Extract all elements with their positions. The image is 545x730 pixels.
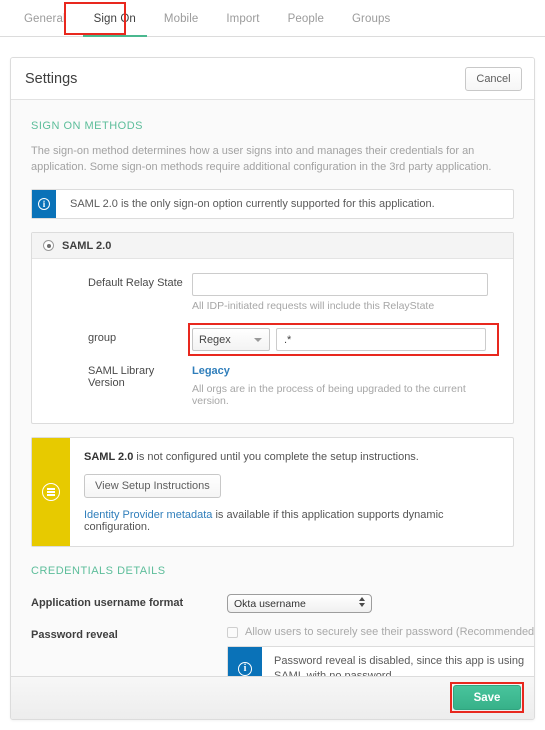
setup-strong-label: SAML 2.0 (84, 451, 134, 463)
saml-only-info-banner: i SAML 2.0 is the only sign-on option cu… (31, 189, 514, 219)
app-tab-bar: General Sign On Mobile Import People Gro… (0, 0, 545, 37)
application-username-format-row: Application username format Okta usernam… (27, 594, 518, 613)
setup-instructions-body: SAML 2.0 is not configured until you com… (70, 438, 513, 546)
application-username-format-select[interactable]: Okta username (227, 594, 372, 613)
tab-people-label: People (287, 12, 324, 25)
password-reveal-checkbox-label: Allow users to securely see their passwo… (245, 626, 534, 638)
saml-library-version-hint: All orgs are in the process of being upg… (192, 383, 466, 407)
tab-sign-on[interactable]: Sign On (80, 0, 150, 37)
cancel-button[interactable]: Cancel (465, 67, 522, 91)
group-match-type-value: Regex (199, 333, 231, 346)
tab-mobile-label: Mobile (163, 12, 199, 25)
stepper-arrows-icon (359, 597, 366, 611)
saml-method-header[interactable]: SAML 2.0 (32, 233, 513, 259)
password-reveal-checkbox-row[interactable]: Allow users to securely see their passwo… (227, 626, 534, 638)
default-relay-state-label: Default Relay State (88, 277, 183, 289)
tab-sign-on-label: Sign On (93, 12, 136, 25)
tab-groups-label: Groups (352, 12, 391, 25)
default-relay-state-hint: All IDP-initiated requests will include … (192, 300, 435, 312)
saml-radio-button[interactable] (43, 240, 54, 251)
setup-metadata-text: Identity Provider metadata is available … (84, 509, 499, 533)
sign-on-methods-description: The sign-on method determines how a user… (31, 145, 492, 173)
password-reveal-checkbox[interactable] (227, 626, 238, 638)
application-username-format-value: Okta username (234, 597, 306, 610)
settings-card: Settings Cancel SIGN ON METHODS The sign… (10, 57, 535, 720)
tab-groups[interactable]: Groups (338, 0, 404, 37)
credentials-details-heading: CREDENTIALS DETAILS (31, 565, 166, 577)
default-relay-state-control: All IDP-initiated requests will include … (192, 273, 501, 324)
default-relay-state-input[interactable] (192, 273, 488, 296)
tab-general[interactable]: General (10, 0, 80, 37)
setup-instructions-box: SAML 2.0 is not configured until you com… (31, 437, 514, 547)
page-title: Settings (25, 70, 78, 87)
saml-only-info-text: SAML 2.0 is the only sign-on option curr… (70, 197, 435, 210)
group-attribute-control: Regex (188, 323, 501, 356)
settings-card-footer: Save (11, 676, 534, 719)
saml-library-version-row: SAML Library Version Legacy All orgs are… (44, 361, 501, 407)
group-attribute-row: group Regex (44, 323, 501, 356)
save-button[interactable]: Save (453, 685, 521, 710)
saml-library-version-link[interactable]: Legacy (192, 363, 230, 377)
sign-on-methods-heading: SIGN ON METHODS (31, 120, 144, 132)
default-relay-state-row: Default Relay State All IDP-initiated re… (44, 273, 501, 324)
setup-rest-label: is not configured until you complete the… (133, 451, 419, 463)
saml-method-panel: SAML 2.0 Default Relay State All IDP-ini… (31, 232, 514, 424)
info-icon-wrap: i (32, 190, 56, 218)
setup-not-configured-text: SAML 2.0 is not configured until you com… (84, 451, 499, 463)
view-setup-instructions-button[interactable]: View Setup Instructions (84, 474, 221, 498)
settings-card-body: SIGN ON METHODS The sign-on method deter… (11, 100, 534, 688)
tab-import-label: Import (226, 12, 260, 25)
group-attribute-label: group (88, 332, 117, 344)
saml-method-label: SAML 2.0 (62, 239, 112, 252)
tab-list: General Sign On Mobile Import People Gro… (10, 0, 545, 37)
saml-library-version-label: SAML Library Version (88, 365, 155, 389)
chevron-down-icon (254, 338, 262, 342)
tab-import[interactable]: Import (212, 0, 273, 37)
app-root: General Sign On Mobile Import People Gro… (0, 0, 545, 730)
group-value-input[interactable] (276, 328, 486, 351)
identity-provider-metadata-link[interactable]: Identity Provider metadata (84, 509, 212, 521)
group-match-type-select[interactable]: Regex (192, 328, 270, 351)
tab-people[interactable]: People (274, 0, 338, 37)
info-icon: i (38, 198, 50, 210)
saml-method-body: Default Relay State All IDP-initiated re… (32, 259, 513, 423)
saml-library-version-control: Legacy All orgs are in the process of be… (192, 361, 501, 407)
info-icon: i (238, 662, 252, 676)
settings-card-header: Settings Cancel (11, 58, 534, 100)
password-reveal-label: Password reveal (31, 629, 118, 641)
tab-mobile[interactable]: Mobile (150, 0, 212, 37)
list-icon (42, 483, 60, 501)
application-username-format-label: Application username format (31, 597, 184, 609)
setup-icon-wrap (32, 438, 70, 546)
tab-general-label: General (24, 12, 66, 25)
